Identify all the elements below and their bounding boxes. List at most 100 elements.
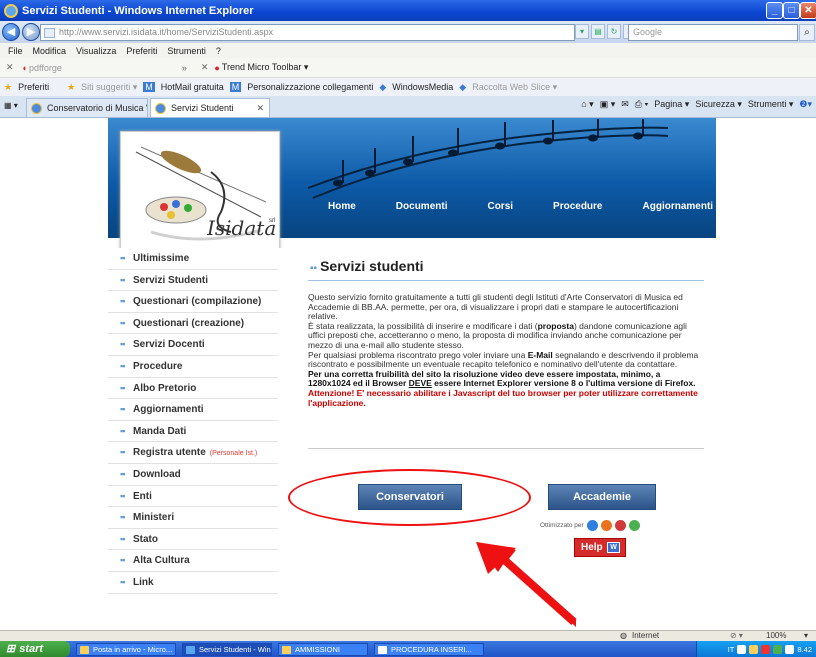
tray-icon-3[interactable] [761,644,771,654]
tray-icon-2[interactable] [749,644,759,654]
toolbar-close-icon[interactable]: ✕ [6,62,14,73]
sidebar-item-registra-utente[interactable]: ▪▪ Registra utente (Personale Ist.) [108,442,278,464]
refresh-icon[interactable]: ↻ [607,24,621,39]
maximize-button[interactable]: □ [783,2,800,19]
print-icon[interactable]: ⎙ ▾ [635,99,648,110]
compatibility-icon[interactable]: ▤ [591,24,605,39]
quick-tabs-icon[interactable]: ▦ ▾ [4,101,18,110]
page-favicon-icon [44,28,55,38]
menu-preferiti[interactable]: Preferiti [126,46,157,56]
cmd-pagina[interactable]: Pagina ▾ [654,99,689,110]
forward-button[interactable]: ▶ [22,23,40,41]
fav-link-1[interactable]: Siti suggeriti ▾ [81,82,137,93]
help-button[interactable]: Help W [574,538,626,557]
menu-file[interactable]: File [8,46,23,56]
tray-icon-4[interactable] [773,644,783,654]
tab-bar: ▦ ▾ Conservatorio di Musica "Gio... Serv… [0,96,816,118]
back-button[interactable]: ◀ [2,23,20,41]
cmd-strumenti[interactable]: Strumenti ▾ [748,99,794,110]
fav-link-4[interactable]: WindowsMedia [392,82,453,92]
accademie-button[interactable]: Accademie [548,484,656,510]
sidebar-item-label: Albo Pretorio [133,382,197,394]
menu-strumenti[interactable]: Strumenti [167,46,206,56]
title-divider [308,280,704,281]
menu-modifica[interactable]: Modifica [33,46,67,56]
bullet-icon: ▪▪ [310,263,318,274]
search-placeholder: Google [633,27,663,37]
tab-servizi-studenti[interactable]: Servizi Studenti ✕ [150,98,270,117]
sidebar-item-enti[interactable]: ▪▪ Enti [108,486,278,508]
help-icon[interactable]: ❷▾ [799,99,812,110]
nav-procedure[interactable]: Procedure [553,201,602,212]
title-bar: Servizi Studenti - Windows Internet Expl… [0,0,816,21]
sidebar-item-procedure[interactable]: ▪▪ Procedure [108,356,278,378]
sidebar-item-label: Stato [133,533,158,545]
sidebar-item-aggiornamenti[interactable]: ▪▪ Aggiornamenti [108,399,278,421]
fav-link-2[interactable]: HotMail gratuita [161,82,224,92]
favorites-bar: ★ Preferiti ★ Siti suggeriti ▾ M HotMail… [0,78,816,96]
address-url: http://www.servizi.isidata.it/home/Servi… [59,27,274,37]
zoom-level[interactable]: 100% [766,631,786,640]
tab-close-icon[interactable]: ✕ [256,103,264,114]
address-toolbar: ◀ ▶ http://www.servizi.isidata.it/home/S… [0,21,816,43]
sidebar-item-label: Ultimissime [133,253,190,264]
close-button[interactable]: ✕ [800,2,816,19]
zoom-dropdown-icon[interactable]: ▾ [804,631,808,640]
mail-icon[interactable]: ✉ [621,99,629,110]
task-procedura[interactable]: PROCEDURA INSERI... [374,642,484,656]
search-input[interactable]: Google [628,24,798,41]
favorites-button[interactable]: Preferiti [18,82,49,92]
nav-corsi[interactable]: Corsi [487,201,513,212]
personalize-icon: M [229,82,242,92]
home-icon[interactable]: ⌂ ▾ [581,99,593,110]
sidebar-item-alta-cultura[interactable]: ▪▪ Alta Cultura [108,550,278,572]
fav-link-3[interactable]: Personalizzazione collegamenti [247,82,373,92]
search-icon[interactable]: ⌕ [799,24,815,41]
feeds-icon[interactable]: ▣ ▾ [600,99,616,110]
pdfforge-label[interactable]: pdfforge [29,63,62,73]
sidebar-item-servizi-docenti[interactable]: ▪▪ Servizi Docenti [108,334,278,356]
tab-conservatorio[interactable]: Conservatorio di Musica "Gio... [26,98,148,117]
sidebar-item-questionari-compilazione[interactable]: ▪▪ Questionari (compilazione) [108,291,278,313]
fav-link-5[interactable]: Raccolta Web Slice ▾ [472,82,557,93]
task-outlook[interactable]: Posta in arrivo - Micro... [76,642,176,656]
minimize-button[interactable]: _ [766,2,783,19]
isidata-logo[interactable]: Isidata srl [120,131,280,253]
sidebar-item-manda-dati[interactable]: ▪▪ Manda Dati [108,421,278,443]
folder-icon [282,645,291,654]
add-favorite-icon[interactable]: ★ [67,82,75,93]
extra-toolbar: ✕ ◖ pdfforge » ✕ ● Trend Micro Toolbar ▾ [0,58,816,78]
sidebar-item-stato[interactable]: ▪▪ Stato [108,529,278,551]
sidebar-item-servizi-studenti[interactable]: ▪▪ Servizi Studenti [108,270,278,292]
trend-micro-label[interactable]: Trend Micro Toolbar ▾ [222,62,309,73]
browser-compat: Ottimizzato per [540,520,640,531]
sidebar-item-questionari-creazione[interactable]: ▪▪ Questionari (creazione) [108,313,278,335]
task-ie[interactable]: Servizi Studenti - Win... [182,642,272,656]
email-link[interactable]: E-Mail [528,350,553,360]
paragraph-1: Questo servizio fornito gratuitamente a … [308,292,683,322]
sidebar-item-albo-pretorio[interactable]: ▪▪ Albo Pretorio [108,378,278,400]
nav-documenti[interactable]: Documenti [396,201,448,212]
logo-text: Isidata [207,216,277,240]
security-icon[interactable]: ⊘ ▾ [730,631,743,640]
sidebar-item-link[interactable]: ▪▪ Link [108,572,278,594]
tray-icon-5[interactable] [785,644,795,654]
menu-visualizza[interactable]: Visualizza [76,46,116,56]
start-button[interactable]: ⊞ start [0,641,70,657]
address-input[interactable]: http://www.servizi.isidata.it/home/Servi… [40,24,575,41]
chevron-icon[interactable]: » [182,63,187,73]
task-ammissioni[interactable]: AMMISSIONI [278,642,368,656]
tray-icon-1[interactable] [737,644,747,654]
sidebar-item-download[interactable]: ▪▪ Download [108,464,278,486]
sidebar-item-ministeri[interactable]: ▪▪ Ministeri [108,507,278,529]
language-indicator[interactable]: IT [728,645,735,654]
menu-help[interactable]: ? [216,46,221,56]
conservatori-button[interactable]: Conservatori [358,484,462,510]
nav-aggiornamenti[interactable]: Aggiornamenti [643,201,714,212]
trend-close-icon[interactable]: ✕ [201,62,209,73]
sidebar-item-ultimissime[interactable]: ▪▪ Ultimissime [108,248,278,270]
cmd-sicurezza[interactable]: Sicurezza ▾ [695,99,742,110]
dropdown-icon[interactable]: ▾ [575,24,589,39]
content-divider [308,448,704,449]
nav-home[interactable]: Home [328,201,356,212]
